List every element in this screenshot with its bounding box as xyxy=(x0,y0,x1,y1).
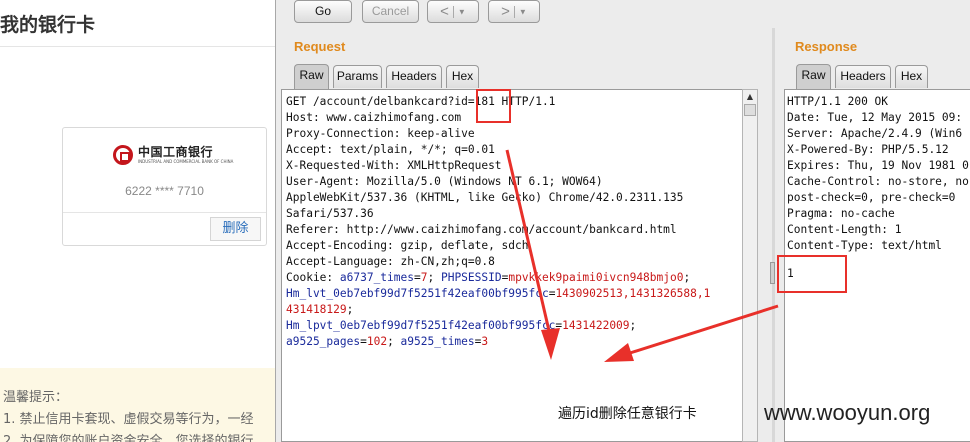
pane-divider[interactable] xyxy=(772,28,775,442)
response-line: Content-Type: text/html xyxy=(787,239,942,252)
request-tab-hex[interactable]: Hex xyxy=(446,65,479,88)
request-line: X-Requested-With: XMLHttpRequest xyxy=(286,159,502,172)
request-tab-params[interactable]: Params xyxy=(333,65,382,88)
response-line: post-check=0, pre-check=0 xyxy=(787,191,956,204)
chevron-down-icon: ▼ xyxy=(518,7,527,17)
response-tab-headers[interactable]: Headers xyxy=(835,65,891,88)
bank-logo: 中国工商银行 INDUSTRIAL AND COMMERCIAL BANK OF… xyxy=(113,145,233,165)
request-tab-raw[interactable]: Raw xyxy=(294,64,329,89)
request-line: Host: www.caizhimofang.com xyxy=(286,111,462,124)
tip-item: 1. 禁止信用卡套现、虚假交易等行为，一经 xyxy=(3,412,254,427)
back-arrow-icon: < xyxy=(440,3,449,20)
delete-card-button[interactable]: 删除 xyxy=(210,217,261,241)
cookie-line: Hm_lvt_0eb7ebf99d7f5251f42eaf00bf995fcc=… xyxy=(286,287,711,300)
response-tab-hex[interactable]: Hex xyxy=(895,65,928,88)
card-divider xyxy=(63,212,266,213)
response-raw-text: HTTP/1.1 200 OK Date: Tue, 12 May 2015 09… xyxy=(787,94,969,254)
bank-name: 中国工商银行 xyxy=(138,145,214,159)
request-raw-text: GET /account/delbankcard?id=181 HTTP/1.1… xyxy=(286,94,741,350)
request-line: Accept-Language: zh-CN,zh;q=0.8 xyxy=(286,255,495,268)
request-line: Referer: http://www.caizhimofang.com/acc… xyxy=(286,223,677,236)
request-line: Proxy-Connection: keep-alive xyxy=(286,127,475,140)
watermark: www.wooyun.org xyxy=(764,400,931,425)
annotation-caption: 遍历id删除任意银行卡 xyxy=(558,406,697,422)
request-tab-headers[interactable]: Headers xyxy=(386,65,442,88)
cookie-line: 431418129; xyxy=(286,303,354,316)
cookie-line: a9525_pages=102; a9525_times=3 xyxy=(286,335,489,348)
request-scrollbar[interactable]: ▲ xyxy=(742,89,758,442)
chevron-down-icon: ▼ xyxy=(457,7,466,17)
tip-item: 2. 为保障您的账户资金安全，您选择的银行 xyxy=(3,434,254,442)
card-number: 6222 **** 7710 xyxy=(125,184,204,198)
forward-button[interactable]: > ▼ xyxy=(488,0,540,23)
title-divider xyxy=(0,46,280,47)
scrollbar-thumb[interactable] xyxy=(744,104,756,116)
scroll-up-icon[interactable]: ▲ xyxy=(743,90,757,104)
response-pane-title: Response xyxy=(795,39,858,54)
response-line: Cache-Control: no-store, no xyxy=(787,175,969,188)
id-param-highlight xyxy=(476,89,511,123)
cookie-line: Cookie: a6737_times=7; PHPSESSID=mpvkkek… xyxy=(286,271,691,284)
response-line: X-Powered-By: PHP/5.5.12 xyxy=(787,143,949,156)
request-line: Accept-Encoding: gzip, deflate, sdch xyxy=(286,239,529,252)
response-line: Server: Apache/2.4.9 (Win6 xyxy=(787,127,963,140)
cookie-line: Hm_lpvt_0eb7ebf99d7f5251f42eaf00bf995fcc… xyxy=(286,319,637,332)
response-splitter-handle[interactable] xyxy=(770,262,775,284)
request-line: GET /account/delbankcard?id=181 HTTP/1.1 xyxy=(286,95,556,108)
response-line: Expires: Thu, 19 Nov 1981 0 xyxy=(787,159,969,172)
page-title: 我的银行卡 xyxy=(0,14,96,36)
bank-name-en: INDUSTRIAL AND COMMERCIAL BANK OF CHINA xyxy=(138,159,234,164)
tips-box: 温馨提示： 1. 禁止信用卡套现、虚假交易等行为，一经 2. 为保障您的账户资金… xyxy=(0,368,280,442)
request-line: Safari/537.36 xyxy=(286,207,374,220)
icbc-logo-icon xyxy=(113,145,133,165)
repeater-window: Go Cancel < ▼ > ▼ Request Raw Params Heade… xyxy=(275,0,970,442)
toolbar: Go Cancel < ▼ > ▼ xyxy=(276,0,970,28)
background-webpage: 我的银行卡 中国工商银行 INDUSTRIAL AND COMMERCIAL B… xyxy=(0,0,280,442)
bank-card: 中国工商银行 INDUSTRIAL AND COMMERCIAL BANK OF… xyxy=(62,127,267,246)
response-line: Pragma: no-cache xyxy=(787,207,895,220)
response-line: HTTP/1.1 200 OK xyxy=(787,95,889,108)
response-line: Content-Length: 1 xyxy=(787,223,902,236)
request-pane-title: Request xyxy=(294,39,346,54)
request-line: AppleWebKit/537.36 (KHTML, like Gecko) C… xyxy=(286,191,684,204)
response-tab-raw[interactable]: Raw xyxy=(796,64,831,89)
response-line: Date: Tue, 12 May 2015 09: xyxy=(787,111,963,124)
request-line: Accept: text/plain, */*; q=0.01 xyxy=(286,143,495,156)
request-editor[interactable]: GET /account/delbankcard?id=181 HTTP/1.1… xyxy=(281,89,746,442)
response-body-highlight xyxy=(777,255,847,293)
go-button[interactable]: Go xyxy=(294,0,352,23)
back-button[interactable]: < ▼ xyxy=(427,0,479,23)
forward-arrow-icon: > xyxy=(501,3,510,20)
tips-title: 温馨提示： xyxy=(3,390,69,405)
cancel-button[interactable]: Cancel xyxy=(362,0,419,23)
request-line: User-Agent: Mozilla/5.0 (Windows NT 6.1;… xyxy=(286,175,603,188)
